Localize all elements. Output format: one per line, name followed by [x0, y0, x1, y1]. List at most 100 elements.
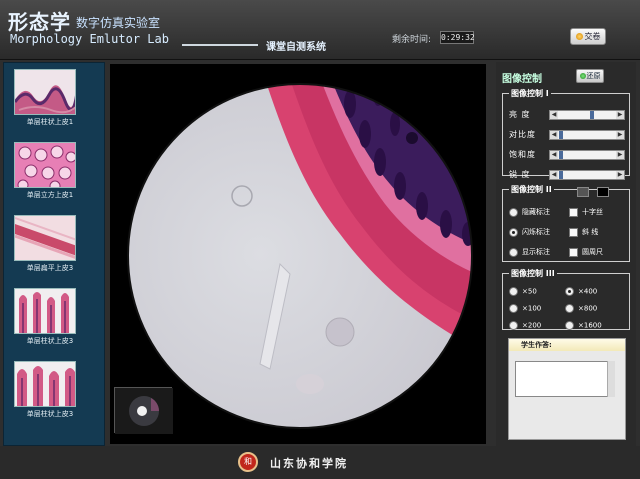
reset-button[interactable]: 还原	[576, 69, 604, 83]
annotation-color-swatch[interactable]	[597, 187, 609, 197]
panel-title: 图像控制	[502, 74, 542, 85]
crosshair-option[interactable]: 十字丝	[569, 207, 603, 219]
thumbnail-caption: 单层立方上皮1	[26, 191, 74, 199]
image-control-group-2: 图像控制 II 隐藏标注 十字丝 闪烁标注 斜 线 显示标注 圆周尺	[502, 184, 630, 262]
slider-left-arrow-icon[interactable]: ◀	[550, 151, 558, 159]
radio-button[interactable]	[509, 287, 518, 296]
slider-thumb[interactable]	[559, 171, 563, 179]
sharpness-label: 锐 度	[509, 170, 531, 179]
slider-thumb[interactable]	[590, 111, 594, 119]
image-control-group-1: 图像控制 I 亮 度 ◀ ▶ 对比度 ◀ ▶ 饱和度 ◀ ▶ 锐 度 ◀ ▶	[502, 88, 630, 180]
saturation-slider[interactable]: ◀ ▶	[549, 150, 625, 160]
thumbnail-caption: 单层柱状上皮3	[26, 410, 74, 418]
option-label: 斜 线	[582, 228, 599, 236]
contrast-row: 对比度 ◀ ▶	[509, 129, 629, 141]
submit-label: 交卷	[584, 32, 601, 41]
answer-textarea[interactable]	[515, 361, 615, 397]
student-answer-panel: 学生作答:	[508, 338, 626, 440]
radio-button[interactable]	[509, 247, 518, 257]
show-annotation-option[interactable]: 显示标注	[509, 247, 550, 259]
magnification-option[interactable]: ×200	[509, 321, 541, 333]
checkbox[interactable]	[569, 207, 578, 217]
brand-subtitle: 数字仿真实验室	[76, 16, 161, 30]
slider-right-arrow-icon[interactable]: ▶	[616, 131, 624, 139]
checkbox[interactable]	[569, 247, 578, 257]
radio-button[interactable]	[509, 227, 518, 237]
option-label: ×200	[522, 321, 542, 330]
radio-button[interactable]	[565, 287, 574, 296]
radio-button[interactable]	[565, 304, 574, 313]
option-label: 十字丝	[582, 208, 603, 216]
slider-thumb[interactable]	[559, 151, 563, 159]
slider-right-arrow-icon[interactable]: ▶	[616, 171, 624, 179]
reset-label: 还原	[586, 72, 601, 80]
sharpness-slider[interactable]: ◀ ▶	[549, 170, 625, 180]
option-label: ×400	[578, 287, 598, 296]
footer: 和 山东协和学院	[0, 446, 640, 479]
circle-ruler-option[interactable]: 圆周尺	[569, 247, 603, 259]
thumbnail-caption: 单层柱状上皮3	[26, 337, 74, 345]
slider-left-arrow-icon[interactable]: ◀	[550, 111, 558, 119]
thumbnail-item[interactable]: 单层柱状上皮1	[4, 65, 106, 135]
thumbnail-item[interactable]: 单层立方上皮1	[4, 138, 106, 208]
slider-thumb[interactable]	[559, 131, 563, 139]
thumbnail-image	[14, 142, 76, 188]
magnification-option[interactable]: ×400	[565, 287, 597, 299]
slider-left-arrow-icon[interactable]: ◀	[550, 171, 558, 179]
hide-annotation-option[interactable]: 隐藏标注	[509, 207, 550, 219]
thumbnail-image	[14, 361, 76, 407]
diagonal-option[interactable]: 斜 线	[569, 227, 598, 239]
timer-value: 0:29:32	[440, 31, 475, 44]
thumbnail-item[interactable]: 单层柱状上皮3	[4, 357, 106, 427]
option-label: ×50	[522, 287, 537, 296]
answer-scrollbar[interactable]	[607, 361, 615, 397]
option-label: 闪烁标注	[522, 228, 550, 236]
radio-button[interactable]	[565, 321, 574, 330]
magnification-option[interactable]: ×800	[565, 304, 597, 316]
group-2-legend: 图像控制 II	[511, 185, 552, 194]
thumbnail-image	[14, 69, 76, 115]
thumbnail-caption: 单层扁平上皮3	[26, 264, 74, 272]
radio-button[interactable]	[509, 321, 518, 330]
school-name: 山东协和学院	[270, 457, 348, 470]
group-3-legend: 图像控制 III	[511, 269, 555, 278]
option-label: 显示标注	[522, 248, 550, 256]
submit-icon	[575, 33, 583, 40]
timer-label: 剩余时间:	[392, 35, 432, 45]
slider-left-arrow-icon[interactable]: ◀	[550, 131, 558, 139]
contrast-slider[interactable]: ◀ ▶	[549, 130, 625, 140]
option-label: ×1600	[578, 321, 602, 330]
image-control-group-3: 图像控制 III ×50 ×400 ×100 ×800 ×200 ×1600	[502, 268, 630, 330]
magnification-option[interactable]: ×1600	[565, 321, 602, 333]
magnification-option[interactable]: ×50	[509, 287, 537, 299]
contrast-label: 对比度	[509, 130, 536, 139]
radio-button[interactable]	[509, 304, 518, 313]
option-label: 隐藏标注	[522, 208, 550, 216]
saturation-label: 饱和度	[509, 150, 536, 159]
brand-title-en: Morphology Emlutor Lab	[10, 32, 169, 46]
blink-annotation-option[interactable]: 闪烁标注	[509, 227, 550, 239]
answer-title: 学生作答:	[509, 339, 625, 351]
brightness-slider[interactable]: ◀ ▶	[549, 110, 625, 120]
thumbnail-item[interactable]: 单层扁平上皮3	[4, 211, 106, 281]
thumbnail-image	[14, 215, 76, 261]
viewer-minimap[interactable]	[114, 387, 173, 434]
reset-icon	[579, 73, 586, 79]
mode-title: 课堂自测系统	[266, 42, 326, 53]
submit-exam-button[interactable]: 交卷	[570, 28, 606, 45]
header-bar: 形态学 数字仿真实验室 Morphology Emlutor Lab 课堂自测系…	[0, 0, 640, 60]
checkbox[interactable]	[569, 227, 578, 237]
radio-button[interactable]	[509, 207, 518, 217]
microscope-viewer[interactable]	[110, 64, 486, 444]
sharpness-row: 锐 度 ◀ ▶	[509, 169, 629, 181]
slider-right-arrow-icon[interactable]: ▶	[616, 151, 624, 159]
magnification-option[interactable]: ×100	[509, 304, 541, 316]
slide-thumbnail-list: 单层柱状上皮1 单层立方上皮1 单层扁平上皮3 单层柱状上皮3 单层柱状上皮3	[3, 62, 105, 446]
thumbnail-item[interactable]: 单层柱状上皮3	[4, 284, 106, 354]
slider-right-arrow-icon[interactable]: ▶	[616, 111, 624, 119]
saturation-row: 饱和度 ◀ ▶	[509, 149, 629, 161]
decorative-line	[182, 44, 258, 46]
thumbnail-image	[14, 288, 76, 334]
image-control-panel: 图像控制 还原 图像控制 I 亮 度 ◀ ▶ 对比度 ◀ ▶ 饱和度 ◀ ▶ 锐…	[496, 62, 636, 446]
annotation-color-swatch[interactable]	[577, 187, 589, 197]
